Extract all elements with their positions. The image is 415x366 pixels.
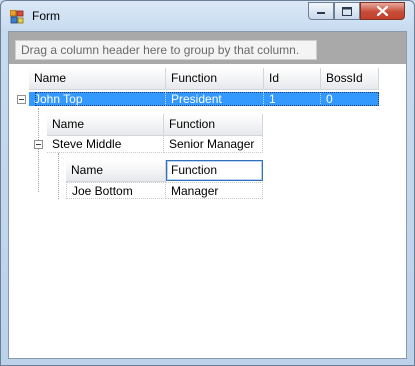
master-cell-function[interactable]: President <box>166 92 264 106</box>
collapse-icon[interactable] <box>34 140 43 149</box>
group-by-box: Drag a column header here to group by th… <box>9 32 406 64</box>
grid-control: Drag a column header here to group by th… <box>8 31 407 359</box>
minimize-icon <box>317 12 325 14</box>
close-button[interactable] <box>360 2 405 20</box>
master-header-bossid[interactable]: BossId <box>321 68 379 90</box>
title-bar[interactable]: Form <box>1 1 414 31</box>
level3-cell-function[interactable]: Manager <box>166 182 263 199</box>
level3-header-function[interactable]: Function <box>166 160 263 181</box>
minimize-button[interactable] <box>308 2 334 20</box>
level3-cell-name[interactable]: Joe Bottom <box>66 182 166 199</box>
tree-connector <box>58 153 59 199</box>
master-cell-name[interactable]: John Top <box>29 92 166 106</box>
form-app-icon <box>10 10 24 24</box>
level2-cell-name[interactable]: Steve Middle <box>47 136 164 153</box>
group-by-panel[interactable]: Drag a column header here to group by th… <box>15 40 317 60</box>
master-cell-bossid[interactable]: 0 <box>321 92 379 106</box>
tree-connector <box>38 108 39 192</box>
level3-header-name[interactable]: Name <box>66 160 166 182</box>
master-header-function[interactable]: Function <box>166 68 264 90</box>
level2-cell-function[interactable]: Senior Manager <box>164 136 263 153</box>
maximize-icon <box>342 6 352 16</box>
maximize-button[interactable] <box>334 2 360 20</box>
level2-header-function[interactable]: Function <box>164 114 263 136</box>
level2-header-name[interactable]: Name <box>47 114 164 136</box>
collapse-icon[interactable] <box>17 95 26 104</box>
window-title: Form <box>32 9 60 23</box>
form-window: Form Drag a column header here to group … <box>0 0 415 366</box>
master-header-name[interactable]: Name <box>29 68 166 90</box>
master-cell-id[interactable]: 1 <box>264 92 321 106</box>
close-icon <box>377 6 388 16</box>
master-header-id[interactable]: Id <box>264 68 321 90</box>
